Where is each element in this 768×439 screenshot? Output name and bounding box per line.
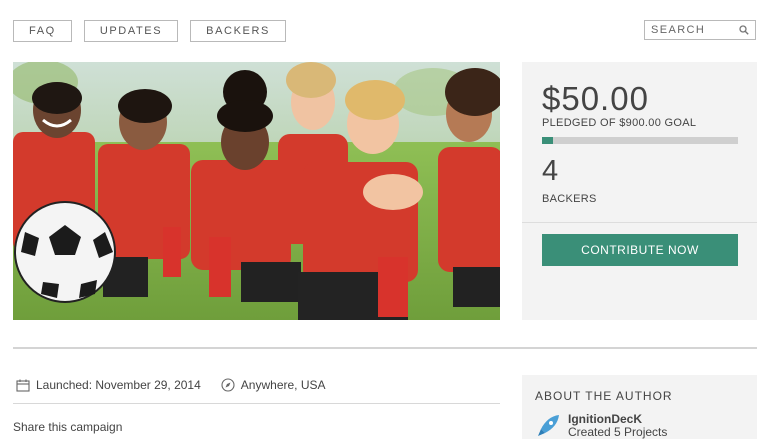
nav-updates-button[interactable]: UPDATES bbox=[83, 20, 179, 42]
rocket-icon bbox=[538, 415, 559, 436]
meta-divider bbox=[13, 403, 500, 404]
location: Anywhere, USA bbox=[221, 378, 326, 392]
funding-panel: $50.00 PLEDGED OF $900.00 GOAL 4 BACKERS… bbox=[522, 62, 757, 320]
funding-progress-bar bbox=[542, 137, 738, 144]
launch-date-text: Launched: November 29, 2014 bbox=[36, 378, 201, 392]
contribute-now-button[interactable]: CONTRIBUTE NOW bbox=[542, 234, 738, 266]
nav-faq-button[interactable]: FAQ bbox=[13, 20, 72, 42]
pledged-amount: $50.00 bbox=[542, 80, 649, 117]
section-divider bbox=[13, 347, 757, 349]
sidebar-divider bbox=[522, 222, 757, 223]
launch-date: Launched: November 29, 2014 bbox=[16, 378, 201, 392]
calendar-icon bbox=[16, 379, 30, 392]
location-text: Anywhere, USA bbox=[240, 378, 326, 392]
search-icon[interactable] bbox=[739, 25, 749, 35]
top-nav: FAQ UPDATES BACKERS bbox=[13, 20, 286, 42]
compass-icon bbox=[221, 378, 235, 392]
author-heading: ABOUT THE AUTHOR bbox=[535, 389, 673, 403]
backers-count: 4 bbox=[542, 155, 559, 187]
funding-progress-fill bbox=[542, 137, 553, 144]
pledged-goal-text: PLEDGED OF $900.00 GOAL bbox=[542, 117, 697, 129]
campaign-hero-image bbox=[13, 62, 500, 320]
author-name[interactable]: IgnitionDecK bbox=[568, 412, 642, 426]
author-panel: ABOUT THE AUTHOR IgnitionDecK Created 5 … bbox=[522, 375, 757, 439]
backers-label: BACKERS bbox=[542, 193, 597, 205]
author-projects-count: Created 5 Projects bbox=[568, 425, 668, 439]
campaign-meta: Launched: November 29, 2014 Anywhere, US… bbox=[16, 378, 326, 392]
nav-backers-button[interactable]: BACKERS bbox=[190, 20, 286, 42]
search-placeholder: SEARCH bbox=[651, 24, 706, 36]
share-heading: Share this campaign bbox=[13, 420, 123, 434]
search-input[interactable]: SEARCH bbox=[644, 20, 756, 40]
